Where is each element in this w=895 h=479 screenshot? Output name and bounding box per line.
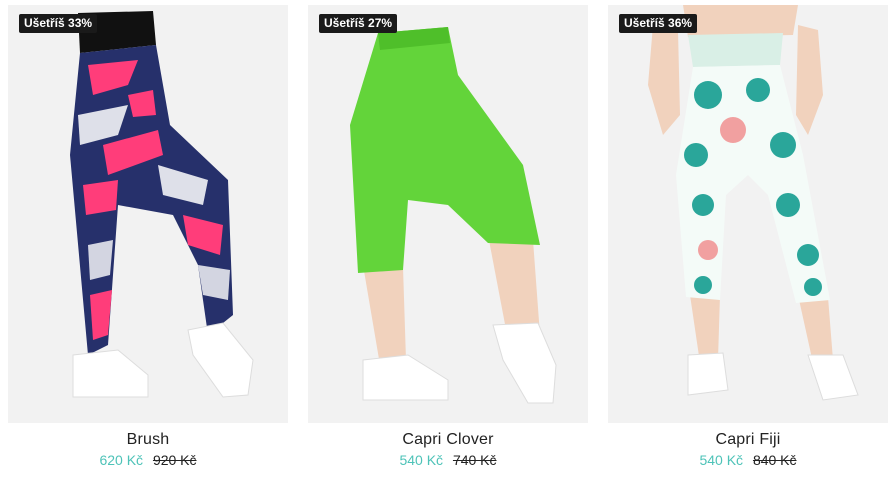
price-current: 540 Kč [399, 452, 444, 468]
price-original: 840 Kč [752, 452, 797, 468]
product-name[interactable]: Capri Clover [308, 431, 588, 449]
discount-badge: Ušetříš 33% [19, 14, 98, 33]
discount-badge: Ušetříš 27% [319, 14, 398, 33]
price-current: 620 Kč [99, 452, 144, 468]
product-name[interactable]: Capri Fiji [608, 431, 888, 449]
discount-badge: Ušetříš 36% [619, 14, 698, 33]
price-original: 740 Kč [452, 452, 497, 468]
price-row: 540 Kč 740 Kč [308, 452, 588, 468]
product-image-capri-clover[interactable]: Ušetříš 27% [308, 5, 588, 423]
product-grid: Ušetříš 33% Brush 620 Kč 920 Kč Ušetříš … [0, 0, 895, 479]
price-row: 540 Kč 840 Kč [608, 452, 888, 468]
product-card-capri-fiji[interactable]: Ušetříš 36% Capri Fiji 540 Kč 840 Kč [608, 5, 888, 468]
price-row: 620 Kč 920 Kč [8, 452, 288, 468]
product-image-brush[interactable]: Ušetříš 33% [8, 5, 288, 423]
product-image-capri-fiji[interactable]: Ušetříš 36% [608, 5, 888, 423]
leggings-brush-illustration [70, 11, 254, 398]
product-card-brush[interactable]: Ušetříš 33% Brush 620 Kč 920 Kč [8, 5, 288, 468]
price-current: 540 Kč [699, 452, 744, 468]
leggings-capri-fiji-illustration [648, 5, 859, 401]
leggings-capri-clover-illustration [350, 27, 557, 404]
price-original: 920 Kč [152, 452, 197, 468]
product-card-capri-clover[interactable]: Ušetříš 27% Capri Clover 540 Kč 740 Kč [308, 5, 588, 468]
product-name[interactable]: Brush [8, 431, 288, 449]
